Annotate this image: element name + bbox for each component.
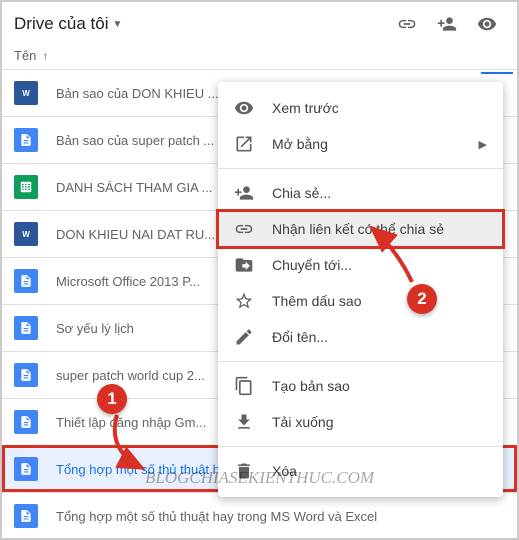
header-bar: Drive của tôi ▼ [2,2,517,42]
download-icon [234,412,254,432]
docs-file-icon [14,504,38,528]
annotation-step-2: 2 [407,284,437,314]
column-header[interactable]: Tên ↑ [2,42,517,69]
eye-icon [234,98,254,118]
docs-file-icon [14,410,38,434]
docs-file-icon [14,128,38,152]
file-name-label: Thiết lập đăng nhập Gm... [56,415,206,430]
file-name-label: Microsoft Office 2013 P... [56,274,200,289]
copy-icon [234,376,254,396]
file-name-label: DON KHIEU NAI DAT RU... [56,227,215,242]
menu-open-with-label: Mở bằng [272,136,328,152]
file-name-label: Tổng hợp một số thủ thuật hay trong MS W… [56,509,377,524]
add-person-icon[interactable] [437,14,457,34]
menu-share[interactable]: Chia sẻ... [218,175,503,211]
word-file-icon: W [14,222,38,246]
menu-get-link-label: Nhận liên kết có thể chia sẻ [272,221,444,237]
person-add-icon [234,183,254,203]
menu-remove[interactable]: Xóa [218,453,503,489]
star-icon [234,291,254,311]
menu-remove-label: Xóa [272,463,297,479]
menu-rename-label: Đổi tên... [272,329,328,345]
menu-preview-label: Xem trước [272,100,339,116]
menu-share-label: Chia sẻ... [272,185,331,201]
word-file-icon: W [14,81,38,105]
menu-preview[interactable]: Xem trước [218,90,503,126]
menu-divider [218,446,503,447]
preview-eye-icon[interactable] [477,14,497,34]
menu-divider [218,168,503,169]
menu-download-label: Tải xuống [272,414,333,430]
docs-file-icon [14,269,38,293]
svg-text:W: W [22,89,30,98]
file-name-label: Bản sao của super patch ... [56,133,214,148]
dropdown-arrow-icon[interactable]: ▼ [112,19,122,30]
chevron-right-icon: ▶ [479,138,487,151]
open-with-icon [234,134,254,154]
link-icon [234,219,254,239]
file-name-label: Bản sao của DON KHIEU ... [56,86,219,101]
file-name-label: DANH SÁCH THAM GIA ... [56,180,213,195]
file-name-label: Sơ yếu lý lịch [56,321,134,336]
get-link-icon[interactable] [397,14,417,34]
docs-file-icon [14,363,38,387]
file-row[interactable]: Tổng hợp một số thủ thuật hay trong MS W… [2,492,517,539]
menu-move-to-label: Chuyển tới... [272,257,352,273]
context-menu: Xem trước Mở bằng ▶ Chia sẻ... Nhận liên… [218,82,503,497]
menu-make-copy-label: Tạo bản sao [272,378,350,394]
trash-icon [234,461,254,481]
sort-arrow-up-icon[interactable]: ↑ [42,49,48,63]
menu-rename[interactable]: Đổi tên... [218,319,503,355]
column-name-label: Tên [14,48,36,63]
menu-make-copy[interactable]: Tạo bản sao [218,368,503,404]
menu-download[interactable]: Tải xuống [218,404,503,440]
file-name-label: super patch world cup 2... [56,368,205,383]
sheets-file-icon [14,175,38,199]
drive-title[interactable]: Drive của tôi [14,14,108,34]
folder-move-icon [234,255,254,275]
docs-file-icon [14,316,38,340]
annotation-step-1: 1 [97,384,127,414]
menu-open-with[interactable]: Mở bằng ▶ [218,126,503,162]
docs-file-icon [14,457,38,481]
svg-text:W: W [22,230,30,239]
menu-divider [218,361,503,362]
menu-move-to[interactable]: Chuyển tới... [218,247,503,283]
menu-get-link[interactable]: Nhận liên kết có thể chia sẻ [218,211,503,247]
menu-add-star[interactable]: Thêm dấu sao [218,283,503,319]
pencil-icon [234,327,254,347]
menu-add-star-label: Thêm dấu sao [272,293,362,309]
